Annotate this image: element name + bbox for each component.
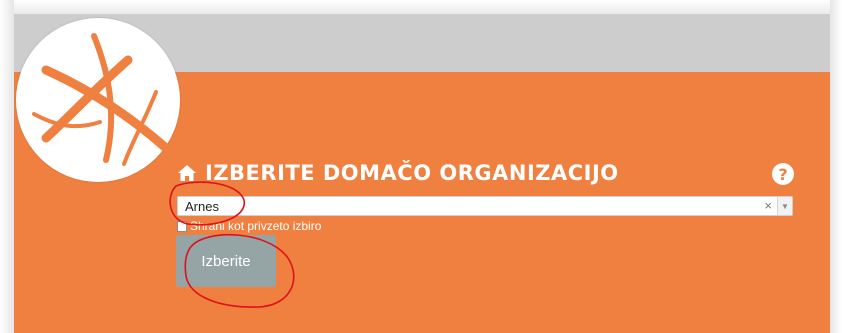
window-shadow-left (0, 0, 14, 333)
clear-icon[interactable]: × (764, 198, 772, 213)
chevron-down-icon[interactable]: ▼ (777, 197, 792, 215)
page-title: IZBERITE DOMAČO ORGANIZACIJO (205, 161, 619, 185)
remember-label: Shrani kot privzeto izbiro (190, 219, 322, 233)
window-shadow-top (0, 0, 842, 14)
remember-choice[interactable]: Shrani kot privzeto izbiro (177, 219, 321, 233)
submit-button[interactable]: Izberite (176, 235, 276, 287)
window-shadow-right (830, 0, 842, 333)
organization-select[interactable]: Arnes × ▼ (177, 196, 793, 216)
window-frame: IZBERITE DOMAČO ORGANIZACIJO ? Arnes × ▼… (0, 0, 842, 333)
page-heading: IZBERITE DOMAČO ORGANIZACIJO (177, 161, 619, 185)
help-icon[interactable]: ? (772, 163, 794, 185)
organization-select-value: Arnes (185, 199, 219, 214)
logo-icon (16, 18, 180, 182)
home-icon (177, 164, 197, 182)
remember-checkbox[interactable] (177, 220, 187, 232)
